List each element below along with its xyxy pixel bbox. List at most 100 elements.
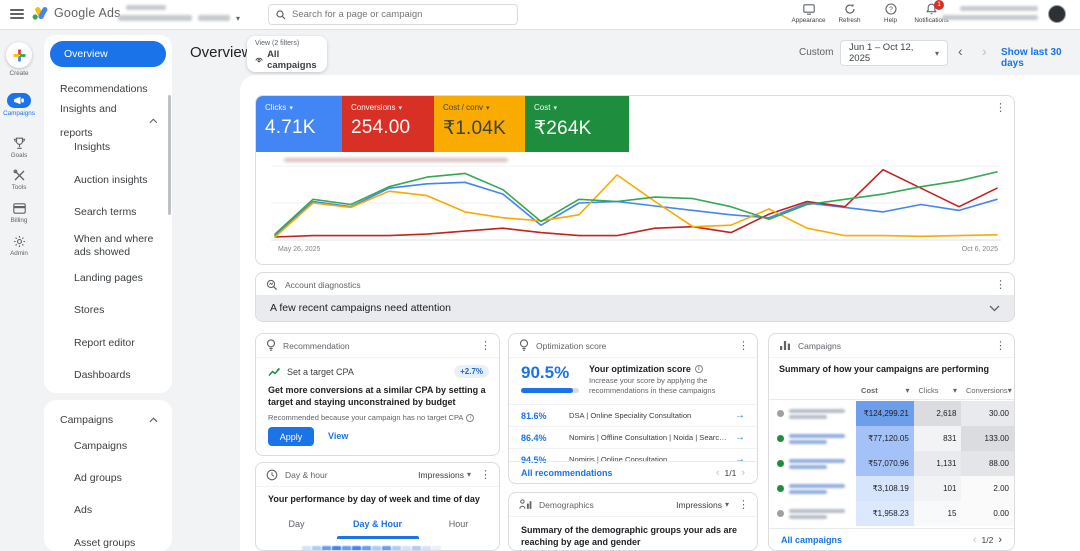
metric-card-cost[interactable]: Cost▾ ₹264K — [525, 96, 629, 152]
nav-item-asset-groups[interactable]: Asset groups — [44, 533, 172, 551]
diagnostics-menu-button[interactable]: ⋮ — [995, 278, 1006, 291]
nav-item-insights[interactable]: Insights — [44, 137, 172, 157]
tab-day[interactable]: Day — [256, 511, 337, 539]
campaign-table-row[interactable]: ₹57,070.96 1,131 88.00 — [769, 451, 1014, 476]
demographics-metric-select[interactable]: Impressions▾ — [676, 500, 729, 510]
nav-item-dashboards[interactable]: Dashboards — [44, 365, 172, 385]
campaign-table-row[interactable]: ₹3,108.19 101 2.00 — [769, 476, 1014, 501]
nav-section-insights-reports[interactable]: Insights and reports — [44, 109, 172, 133]
nav-scrollbar[interactable] — [168, 95, 171, 215]
all-recommendations-link[interactable]: All recommendations — [521, 468, 613, 478]
nav-item-ad-groups[interactable]: Ad groups — [44, 468, 172, 488]
chevron-down-icon[interactable] — [989, 305, 1000, 312]
view-eye-icon — [255, 56, 263, 64]
campaign-table-row[interactable]: ₹77,120.05 831 133.00 — [769, 426, 1014, 451]
hamburger-menu-icon[interactable] — [10, 9, 24, 20]
left-icon-rail: Create Campaigns Goals Tools — [0, 30, 38, 551]
avatar[interactable] — [1048, 5, 1066, 23]
dayhour-tabs: Day Day & Hour Hour — [256, 511, 499, 539]
metric-caret-icon[interactable]: ▾ — [486, 104, 490, 112]
tab-hour[interactable]: Hour — [418, 511, 499, 539]
metric-caret-icon[interactable]: ▾ — [289, 104, 293, 112]
info-icon[interactable]: i — [695, 365, 703, 373]
demographics-menu-button[interactable]: ⋮ — [738, 498, 749, 511]
nav-item-landing-pages[interactable]: Landing pages — [44, 268, 172, 288]
show-last-30-days-link[interactable]: Show last 30 days — [1001, 47, 1080, 69]
rail-item-goals[interactable]: Goals — [0, 136, 38, 159]
gear-icon — [0, 234, 38, 248]
campaigns-table-header: Cost▾ Clicks▾ Conversions▾ — [769, 382, 1014, 400]
nav-item-when-where-ads-showed[interactable]: When and where ads showed — [44, 231, 172, 261]
column-header-clicks[interactable]: Clicks▾ — [913, 386, 961, 395]
campaign-table-row[interactable]: ₹124,299.21 2,618 30.00 — [769, 401, 1014, 426]
nav-item-ads[interactable]: Ads — [44, 500, 172, 520]
pager-prev-icon[interactable]: ‹ — [973, 534, 977, 546]
product-name: Google Ads — [54, 6, 121, 20]
global-search[interactable] — [268, 4, 518, 25]
pager-prev-icon[interactable]: ‹ — [716, 467, 720, 479]
date-prev-button[interactable]: ‹ — [958, 43, 963, 59]
redacted-campaign-name — [789, 409, 845, 419]
google-ads-logo[interactable]: Google Ads — [32, 6, 121, 20]
nav-section-campaigns[interactable]: Campaigns — [44, 408, 172, 432]
nav-item-report-editor[interactable]: Report editor — [44, 333, 172, 353]
recommendation-reason: Recommended because your campaign has no… — [268, 413, 463, 422]
help-button[interactable]: ? Help — [870, 2, 911, 24]
pager-next-icon[interactable]: › — [741, 467, 745, 479]
metric-card-cost-per-conv[interactable]: Cost / conv▾ ₹1.04K — [434, 96, 525, 152]
campaign-score-row[interactable]: 81.6% DSA | Online Speciality Consultati… — [509, 404, 757, 426]
metric-card-clicks[interactable]: Clicks▾ 4.71K — [256, 96, 342, 152]
caret-down-icon: ▾ — [725, 500, 729, 509]
nav-item-auction-insights[interactable]: Auction insights — [44, 170, 172, 190]
optimization-score-value: 90.5% — [521, 363, 569, 383]
dayhour-menu-button[interactable]: ⋮ — [480, 468, 491, 481]
chart-card-menu-button[interactable]: ⋮ — [995, 101, 1006, 114]
demographics-card: Demographics Impressions▾ ⋮ Summary of t… — [508, 492, 758, 551]
cost-cell: ₹57,070.96 — [856, 451, 914, 476]
account-selector[interactable]: ▾ — [118, 4, 243, 26]
nav-item-search-terms[interactable]: Search terms — [44, 202, 172, 222]
metric-caret-icon[interactable]: ▾ — [553, 104, 557, 112]
column-header-conversions[interactable]: Conversions▾ — [961, 386, 1014, 395]
arrow-right-icon[interactable]: → — [735, 432, 745, 443]
bar-chart-icon — [779, 340, 791, 351]
column-header-cost[interactable]: Cost▾ — [856, 386, 913, 395]
arrow-right-icon[interactable]: → — [735, 410, 745, 421]
campaigns-menu-button[interactable]: ⋮ — [995, 339, 1006, 352]
search-input[interactable] — [292, 9, 510, 20]
recommendation-menu-button[interactable]: ⋮ — [480, 339, 491, 352]
refresh-button[interactable]: Refresh — [829, 2, 870, 24]
date-next-button[interactable]: › — [982, 43, 987, 59]
redacted-campaign-name — [789, 484, 845, 494]
campaign-table-row[interactable]: ₹1,958.23 15 0.00 — [769, 501, 1014, 526]
date-range-picker[interactable]: Jun 1 – Oct 12, 2025 ▾ — [840, 40, 948, 66]
trend-line-chart[interactable] — [271, 162, 1001, 246]
view-filter-chip[interactable]: View (2 filters) All campaigns — [247, 36, 327, 72]
clicks-cell: 15 — [914, 501, 962, 526]
redacted-campaign-name — [789, 509, 845, 519]
sort-caret-icon: ▾ — [953, 386, 957, 395]
diagnostics-alert-banner[interactable]: A few recent campaigns need attention — [256, 295, 1014, 321]
all-campaigns-link[interactable]: All campaigns — [781, 535, 842, 545]
info-icon[interactable]: i — [466, 414, 474, 422]
dayhour-metric-select[interactable]: Impressions▾ — [418, 470, 471, 480]
pager-next-icon[interactable]: › — [998, 534, 1002, 546]
view-recommendation-link[interactable]: View — [328, 431, 348, 441]
rail-item-campaigns[interactable]: Campaigns — [0, 93, 38, 117]
metric-caret-icon[interactable]: ▾ — [398, 104, 402, 112]
optimization-menu-button[interactable]: ⋮ — [738, 339, 749, 352]
rail-item-tools[interactable]: Tools — [0, 168, 38, 191]
nav-item-campaigns[interactable]: Campaigns — [44, 436, 172, 456]
nav-item-overview-active[interactable]: Overview — [50, 41, 166, 67]
refresh-icon — [829, 2, 870, 16]
metric-card-conversions[interactable]: Conversions▾ 254.00 — [342, 96, 434, 152]
rail-item-billing[interactable]: Billing — [0, 201, 38, 224]
rail-item-admin[interactable]: Admin — [0, 234, 38, 257]
apply-button[interactable]: Apply — [268, 427, 314, 446]
nav-item-stores[interactable]: Stores — [44, 300, 172, 320]
campaign-score-row[interactable]: 86.4% Nomiris | Offline Consultation | N… — [509, 426, 757, 448]
notifications-button[interactable]: 1 Notifications — [911, 2, 952, 24]
appearance-button[interactable]: Appearance — [788, 2, 829, 24]
tab-day-and-hour[interactable]: Day & Hour — [337, 511, 418, 539]
create-button[interactable]: Create — [0, 42, 38, 77]
